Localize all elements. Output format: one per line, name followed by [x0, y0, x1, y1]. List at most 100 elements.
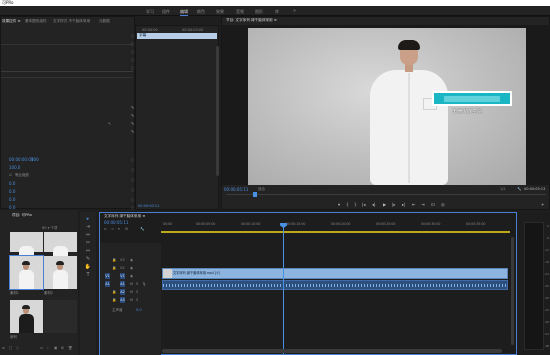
eye-icon[interactable]: ◉	[130, 266, 133, 270]
track-select-tool-icon[interactable]: ⇥	[83, 224, 93, 231]
timeline-horizontal-scrollbar[interactable]	[162, 349, 502, 353]
title-graphic-box[interactable]	[432, 91, 512, 106]
target-label[interactable]: V2	[120, 266, 125, 270]
link-icon[interactable]: ⊃	[111, 227, 114, 231]
checkbox-icon[interactable]: ☑	[9, 173, 12, 177]
slip-tool-icon[interactable]: ↔	[83, 248, 93, 255]
vertical-scrollbar[interactable]	[216, 46, 219, 176]
audio-clip[interactable]	[162, 280, 508, 290]
monitor-scrub-bar[interactable]	[226, 194, 546, 195]
trash-icon[interactable]: 🗑	[68, 346, 72, 350]
solo-icon[interactable]: S	[136, 298, 138, 302]
target-label[interactable]: V3	[120, 258, 125, 262]
find-icon[interactable]: ⌕	[47, 346, 49, 350]
keyframe-icon[interactable]: ◌	[131, 57, 135, 62]
eye-icon[interactable]: ◉	[130, 274, 133, 278]
go-to-in-icon[interactable]: |◂	[362, 202, 366, 207]
video-clip[interactable]: 文字序列 绿千脑体采用.mp4 [V]	[162, 268, 508, 279]
time-ruler[interactable]: 00:00 00:00:05:00 00:00:10:00 00:00:15:0…	[161, 221, 516, 231]
hand-tool-icon[interactable]: ✋	[83, 264, 93, 271]
anchor-value[interactable]: 0.0	[9, 189, 15, 194]
keyframe-icon[interactable]: ◌	[131, 205, 135, 210]
keyframe-icon[interactable]: ◌	[131, 65, 135, 70]
pen-icon[interactable]: ✎	[131, 113, 134, 118]
program-current-timecode[interactable]: 00:00:05:11	[224, 187, 248, 192]
tab-project[interactable]: 项目: 可PRo	[12, 213, 32, 218]
target-label[interactable]: V1	[120, 273, 125, 279]
workspace-assembly[interactable]: 组件	[162, 9, 170, 15]
type-tool-icon[interactable]: T	[83, 272, 93, 279]
mute-icon[interactable]: M	[130, 282, 133, 286]
mute-icon[interactable]: M	[130, 298, 133, 302]
keyframe-icon[interactable]: ◌	[131, 177, 135, 182]
workspace-learn[interactable]: 学习	[146, 9, 154, 15]
ripple-tool-icon[interactable]: ⇔	[83, 232, 93, 239]
keyframe-icon[interactable]: ◌	[131, 157, 135, 162]
tab-effect-controls[interactable]: 效果控件 ≡	[2, 19, 21, 24]
pen-icon[interactable]: ✎	[131, 105, 134, 110]
list-view-icon[interactable]: ≡	[2, 346, 5, 350]
project-item-thumbnail[interactable]	[10, 232, 43, 265]
add-marker-icon[interactable]: ▾	[338, 202, 340, 207]
scale-value[interactable]: 100.0	[9, 165, 20, 170]
lock-icon[interactable]: 🔒	[112, 290, 116, 294]
step-back-icon[interactable]: ◂|	[372, 202, 376, 207]
pen-icon[interactable]: ✎	[131, 129, 134, 134]
workspace-audio[interactable]: 音频	[236, 9, 244, 15]
solo-icon[interactable]: S	[136, 282, 138, 286]
scale-width-value[interactable]: 100	[31, 157, 39, 162]
selection-tool-icon[interactable]: ▸	[83, 216, 93, 223]
project-item-thumbnail[interactable]	[10, 300, 43, 333]
antiflicker-value[interactable]: 0.0	[9, 197, 15, 202]
mic-icon[interactable]: 🎙	[142, 282, 146, 286]
tab-metadata[interactable]: 元数据	[99, 19, 110, 24]
wrench-icon[interactable]: 🔧	[140, 227, 144, 231]
extract-icon[interactable]: ⇥	[421, 202, 425, 207]
timeline-vertical-scrollbar[interactable]	[511, 237, 514, 345]
play-icon[interactable]: ▶	[383, 202, 386, 207]
workspace-libraries[interactable]: 库	[275, 9, 279, 15]
mark-in-icon[interactable]: {	[346, 202, 349, 207]
quality-dropdown[interactable]: 1/2	[500, 187, 506, 191]
timeline-timecode[interactable]: 00:00:05:11	[104, 220, 128, 225]
button-editor-icon[interactable]: +	[541, 202, 545, 207]
keyframe-icon[interactable]: ◌	[131, 167, 135, 172]
target-label[interactable]: A2	[120, 289, 125, 295]
step-forward-icon[interactable]: |▸	[392, 202, 396, 207]
tab-essential-graphics[interactable]: 基本图形组件	[25, 19, 47, 24]
project-item-thumbnail[interactable]	[9, 255, 44, 290]
workspace-more-icon[interactable]: »	[293, 8, 296, 14]
project-item-thumbnail[interactable]	[44, 300, 77, 333]
project-item-thumbnail[interactable]	[44, 232, 77, 265]
snap-icon[interactable]: ⊏	[104, 227, 107, 231]
solo-icon[interactable]: S	[136, 290, 138, 294]
marker-icon[interactable]: ▾	[118, 227, 120, 231]
position-value[interactable]: 00:00:00:00	[9, 157, 33, 162]
pen-tool-icon[interactable]: ✎	[83, 256, 93, 263]
settings-icon[interactable]: ⚙	[125, 227, 128, 231]
title-caption[interactable]: 天津传媒学院	[452, 108, 482, 115]
keyframe-icon[interactable]: ◌	[131, 33, 135, 38]
automate-icon[interactable]: ▭	[40, 346, 43, 350]
workspace-effects[interactable]: 效果	[216, 9, 224, 15]
mark-out-icon[interactable]: }	[354, 202, 357, 207]
lock-icon[interactable]: 🔒	[112, 298, 116, 302]
export-frame-icon[interactable]: ⊡	[431, 202, 435, 207]
target-label[interactable]: A1	[120, 281, 125, 287]
lock-icon[interactable]: 🔒	[112, 266, 116, 270]
keyframe-icon[interactable]: ◌	[131, 187, 135, 192]
tab-sequence[interactable]: 文字序列 绿千脑体采用 ≡	[104, 214, 145, 219]
keyframe-icon[interactable]: ◌	[131, 197, 135, 202]
razor-tool-icon[interactable]: ✂	[83, 240, 93, 247]
wrench-icon[interactable]: 🔧	[517, 187, 521, 191]
tab-program-monitor[interactable]: 节目: 文字序列 绿千脑体采用 ≡	[226, 18, 277, 23]
eye-icon[interactable]: ◉	[130, 258, 133, 262]
source-patch-v1[interactable]: V1	[105, 273, 110, 279]
selected-effect-row[interactable]: 字幕	[137, 33, 217, 39]
work-area-bar[interactable]	[161, 231, 510, 233]
master-volume-value[interactable]: 0.0	[136, 308, 142, 312]
comparison-view-icon[interactable]: ◎	[441, 202, 445, 207]
new-bin-icon[interactable]: ▣	[54, 346, 57, 350]
lock-icon[interactable]: 🔒	[112, 258, 116, 262]
keyframe-icon[interactable]: ◌	[131, 41, 135, 46]
